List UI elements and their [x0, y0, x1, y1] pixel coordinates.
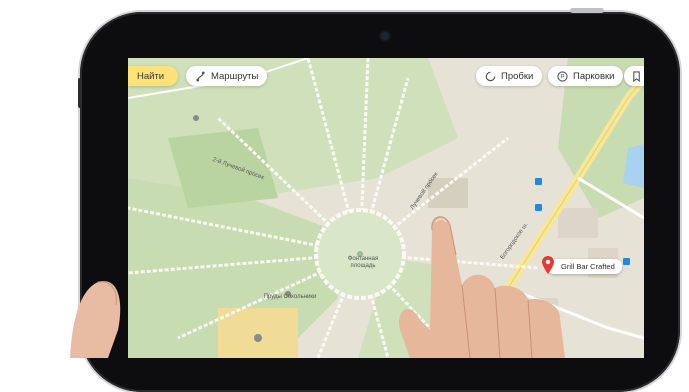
hands-illustration	[70, 216, 565, 358]
